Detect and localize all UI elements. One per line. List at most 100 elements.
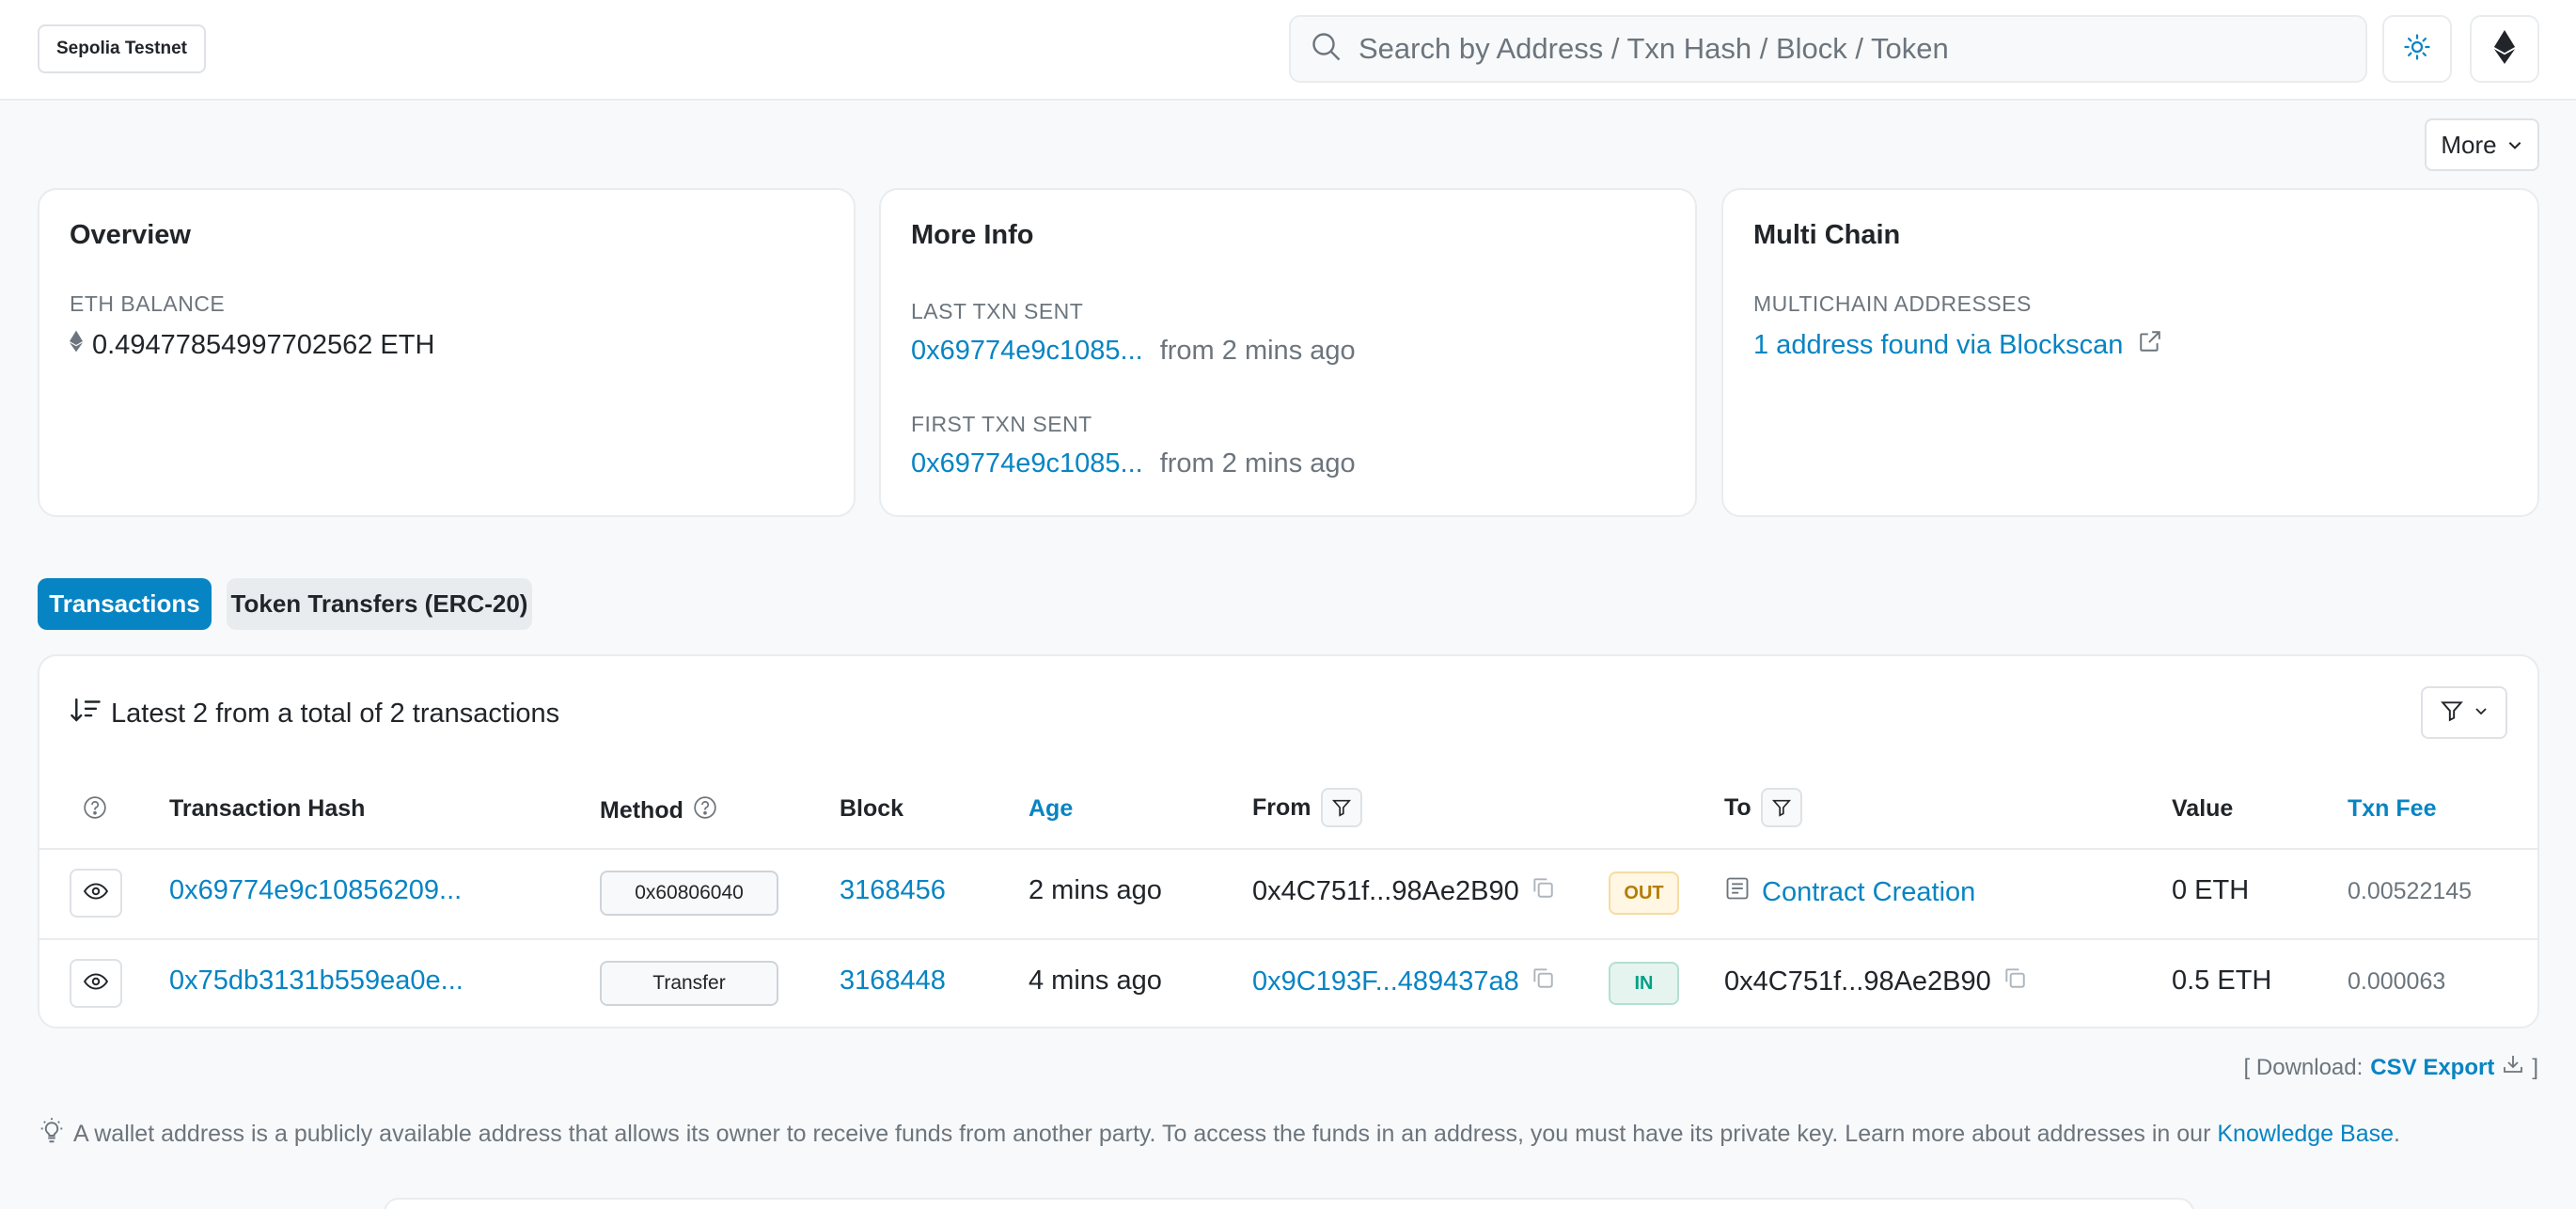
footer-card: [384, 1198, 2194, 1209]
view-details-button[interactable]: [70, 869, 122, 918]
download-prefix: [ Download:: [2243, 1054, 2364, 1080]
first-txn-time: from 2 mins ago: [1159, 448, 1356, 479]
chevron-down-icon: [2506, 131, 2523, 160]
download-suffix: ]: [2532, 1054, 2538, 1080]
last-txn-label: LAST TXN SENT: [911, 299, 1084, 323]
more-info-card: More Info LAST TXN SENT 0x69774e9c1085..…: [879, 188, 1697, 517]
value-amount: 0.5 ETH: [2172, 966, 2272, 996]
eth-balance-label: ETH BALANCE: [70, 291, 226, 316]
first-txn-hash-link[interactable]: 0x69774e9c1085...: [911, 448, 1143, 479]
more-info-title: More Info: [911, 220, 1034, 250]
external-link-icon: [2138, 329, 2162, 361]
copy-icon[interactable]: [1531, 966, 1555, 997]
to-filter-button[interactable]: [1760, 788, 1802, 827]
column-header-txn-fee[interactable]: Txn Fee: [2348, 795, 2436, 823]
column-header-age[interactable]: Age: [1029, 795, 1073, 823]
theme-toggle-button[interactable]: [2382, 15, 2452, 83]
last-txn-hash-link[interactable]: 0x69774e9c1085...: [911, 336, 1143, 367]
more-label: More: [2441, 130, 2497, 159]
balance-amount: 0.49477854997702562 ETH: [92, 329, 435, 360]
note-period: .: [2394, 1121, 2400, 1147]
copy-icon[interactable]: [2003, 966, 2027, 997]
network-selector-button[interactable]: Sepolia Testnet: [38, 24, 207, 73]
contract-creation-link[interactable]: Contract Creation: [1762, 877, 1975, 908]
ethereum-icon: [2493, 29, 2516, 69]
knowledge-base-link[interactable]: Knowledge Base: [2217, 1121, 2394, 1147]
blockscan-link-text[interactable]: 1 address found via Blockscan: [1753, 330, 2123, 361]
from-filter-button[interactable]: [1320, 788, 1362, 827]
download-icon[interactable]: [2502, 1053, 2524, 1082]
contract-icon: [1724, 875, 1751, 909]
txn-fee-value: 0.000063: [2348, 968, 2446, 995]
block-link[interactable]: 3168448: [840, 966, 946, 997]
direction-badge-out: OUT: [1609, 871, 1679, 915]
direction-badge-in: IN: [1609, 962, 1679, 1005]
download-bar: [ Download: CSV Export ]: [2244, 1053, 2538, 1082]
help-icon[interactable]: [693, 795, 717, 826]
chevron-down-icon: [2474, 703, 2489, 723]
to-address-text: 0x4C751f...98Ae2B90: [1724, 966, 1991, 997]
network-label: Sepolia Testnet: [56, 39, 188, 58]
to-contract-creation: Contract Creation: [1724, 875, 1975, 909]
first-txn-row: 0x69774e9c1085... from 2 mins ago: [911, 448, 1356, 479]
last-txn-time: from 2 mins ago: [1159, 336, 1356, 366]
more-dropdown-button[interactable]: More: [2425, 118, 2539, 171]
search-bar[interactable]: [1289, 15, 2367, 83]
ethereum-icon: [70, 329, 83, 361]
row-divider: [39, 938, 2537, 940]
eye-icon: [83, 972, 109, 996]
tab-token-transfers[interactable]: Token Transfers (ERC-20): [227, 578, 532, 630]
block-link[interactable]: 3168456: [840, 875, 946, 906]
csv-export-link[interactable]: CSV Export: [2370, 1055, 2494, 1081]
from-address: 0x4C751f...98Ae2B90: [1252, 875, 1555, 907]
tab-transactions[interactable]: Transactions: [38, 578, 212, 630]
transactions-panel: Latest 2 from a total of 2 transactions …: [38, 654, 2539, 1028]
transactions-summary: Latest 2 from a total of 2 transactions: [70, 696, 559, 731]
column-header-method: Method: [600, 795, 717, 826]
note-text: A wallet address is a publicly available…: [73, 1121, 2400, 1148]
multi-chain-card: Multi Chain MULTICHAIN ADDRESSES 1 addre…: [1721, 188, 2539, 517]
multi-chain-title: Multi Chain: [1753, 220, 1901, 250]
note-body: A wallet address is a publicly available…: [73, 1121, 2211, 1147]
txn-fee-value: 0.00522145: [2348, 878, 2473, 904]
first-txn-label: FIRST TXN SENT: [911, 412, 1092, 436]
ethereum-network-button[interactable]: [2470, 15, 2539, 83]
view-details-button[interactable]: [70, 959, 122, 1008]
table-header-divider: [39, 848, 2537, 850]
column-header-to: To: [1724, 788, 1802, 827]
column-header-block: Block: [840, 795, 904, 822]
from-address-link[interactable]: 0x9C193F...489437a8: [1252, 966, 1519, 997]
column-header-value: Value: [2172, 795, 2234, 822]
summary-text: Latest 2 from a total of 2 transactions: [111, 698, 560, 729]
column-header-hash: Transaction Hash: [169, 795, 366, 822]
copy-icon[interactable]: [1531, 875, 1555, 907]
multichain-addresses-label: MULTICHAIN ADDRESSES: [1753, 291, 2032, 316]
sun-icon: [2403, 33, 2431, 66]
lightbulb-icon: [38, 1117, 66, 1152]
age-value: 2 mins ago: [1029, 875, 1162, 905]
value-amount: 0 ETH: [2172, 875, 2250, 905]
search-input[interactable]: [1359, 32, 2365, 66]
search-icon: [1310, 30, 1343, 69]
from-address: 0x9C193F...489437a8: [1252, 966, 1555, 997]
overview-card: Overview ETH BALANCE 0.49477854997702562…: [38, 188, 856, 517]
txn-hash-link[interactable]: 0x69774e9c10856209...: [169, 875, 462, 906]
overview-title: Overview: [70, 220, 191, 250]
to-address: 0x4C751f...98Ae2B90: [1724, 966, 2027, 997]
sort-icon: [70, 696, 102, 731]
column-header-from: From: [1252, 788, 1362, 827]
column-help-icon[interactable]: [83, 795, 107, 820]
txn-hash-link[interactable]: 0x75db3131b559ea0e...: [169, 966, 463, 997]
address-info-note: A wallet address is a publicly available…: [38, 1117, 2400, 1152]
last-txn-row: 0x69774e9c1085... from 2 mins ago: [911, 336, 1356, 367]
table-filter-button[interactable]: [2421, 686, 2507, 739]
method-header-label: Method: [600, 797, 683, 824]
blockscan-link[interactable]: 1 address found via Blockscan: [1753, 329, 2162, 361]
eye-icon: [83, 882, 109, 905]
top-bar: Sepolia Testnet: [0, 0, 2576, 101]
age-value: 4 mins ago: [1029, 966, 1162, 996]
eth-balance-value: 0.49477854997702562 ETH: [70, 329, 434, 361]
method-badge: Transfer: [600, 961, 778, 1006]
to-header-label: To: [1724, 793, 1751, 821]
from-address-text: 0x4C751f...98Ae2B90: [1252, 875, 1519, 906]
